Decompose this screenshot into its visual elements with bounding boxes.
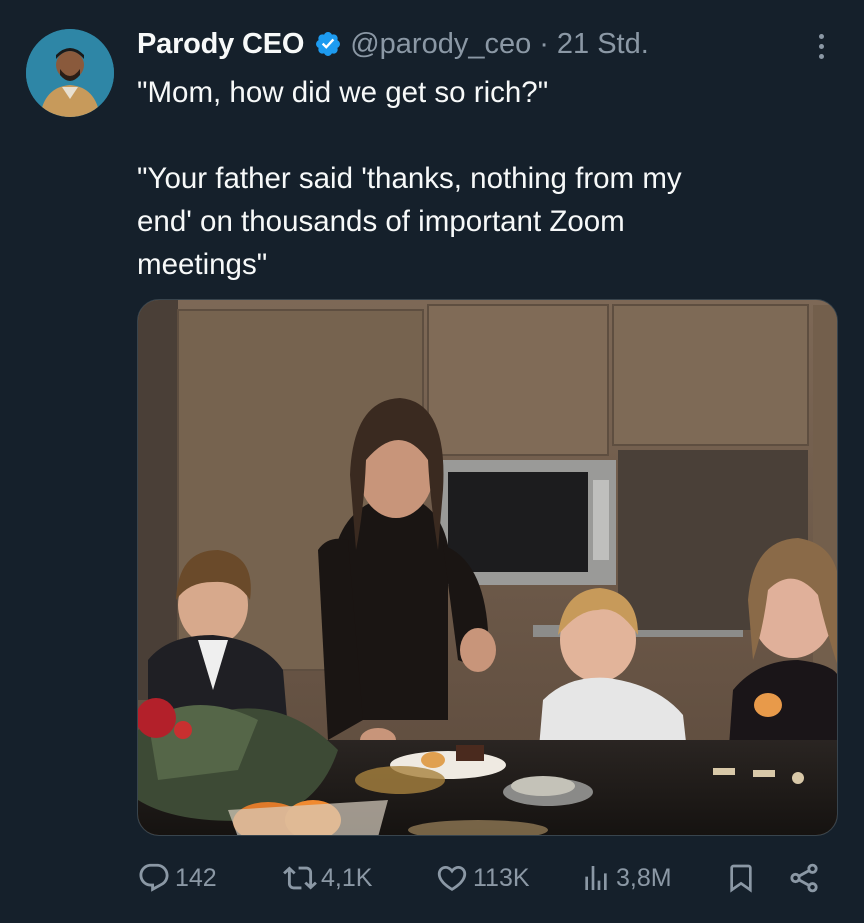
retweet-icon	[283, 866, 317, 890]
bookmark-button[interactable]	[725, 855, 757, 901]
tweet-text-line: "Mom, how did we get so rich?"	[137, 76, 549, 109]
tweet-text-line: end' on thousands of important Zoom	[137, 205, 625, 238]
tweet-text-line: meetings"	[137, 248, 268, 281]
reply-button[interactable]: 142	[137, 855, 217, 901]
share-button[interactable]	[787, 855, 821, 901]
share-icon	[790, 863, 818, 893]
more-dots-icon[interactable]	[804, 28, 838, 64]
author-display-name[interactable]: Parody CEO	[137, 28, 304, 61]
tweet-actions-bar: 142 4,1K 113K 3,8M	[137, 855, 827, 901]
retweet-button[interactable]: 4,1K	[283, 855, 372, 901]
family-kitchen-photo	[138, 300, 837, 835]
reply-count: 142	[175, 863, 217, 892]
author-avatar[interactable]	[26, 29, 114, 117]
author-handle[interactable]: @parody_ceo	[350, 28, 531, 61]
like-button[interactable]: 113K	[435, 855, 530, 901]
tweet-text-line: "Your father said 'thanks, nothing from …	[137, 162, 682, 195]
retweet-count: 4,1K	[321, 863, 373, 892]
header-separator: ·	[539, 27, 549, 60]
views-count: 3,8M	[616, 863, 672, 892]
tweet-media-photo[interactable]	[137, 299, 838, 836]
reply-icon	[139, 863, 169, 892]
tweet-header: Parody CEO @parody_ceo · 21 Std.	[137, 22, 649, 66]
bookmark-icon	[730, 864, 752, 893]
verified-badge-icon	[316, 32, 341, 56]
tweet-timestamp[interactable]: 21 Std.	[557, 28, 649, 61]
heart-icon	[437, 865, 467, 891]
views-bar-chart-icon	[585, 866, 607, 890]
like-count: 113K	[473, 863, 530, 892]
views-button[interactable]: 3,8M	[580, 855, 672, 901]
avatar-photo	[26, 29, 114, 117]
tweet-text: "Mom, how did we get so rich?" "Your fat…	[137, 71, 817, 286]
